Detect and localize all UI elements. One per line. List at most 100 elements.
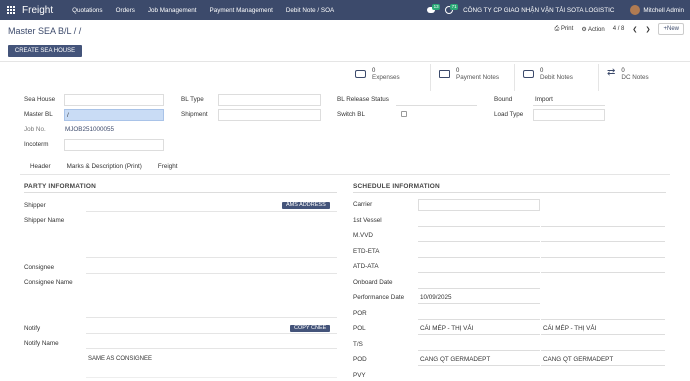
main-menu: Quotations Orders Job Management Payment… (72, 7, 347, 14)
sea-house-field[interactable] (64, 94, 164, 106)
top-navbar: Freight Quotations Orders Job Management… (0, 0, 690, 20)
menu-orders[interactable]: Orders (116, 7, 135, 14)
tab-freight[interactable]: Freight (150, 159, 186, 175)
schedule-label-pod: POD (353, 356, 367, 363)
action-label: Action (588, 26, 605, 33)
user-menu[interactable]: Mitchell Admin (643, 7, 684, 14)
dc-notes-smart-button[interactable]: ⇄ 0 DC Notes (607, 64, 649, 91)
breadcrumb[interactable]: Master SEA B/L / / (8, 26, 81, 36)
menu-job-management[interactable]: Job Management (148, 7, 197, 14)
company-switcher[interactable]: CÔNG TY CP GIAO NHẬN VẬN TẢI SOTA LOGIST… (463, 7, 614, 14)
notify-label: Notify (24, 325, 41, 332)
expenses-smart-button[interactable]: 0 Expenses (355, 64, 400, 91)
schedule-field[interactable]: CÁI MÉP - THỊ VẢI (418, 323, 540, 335)
schedule-field-secondary[interactable] (541, 339, 665, 351)
schedule-label-pvy: PVY (353, 371, 366, 379)
sea-house-label: Sea House (24, 96, 56, 103)
shipment-field[interactable] (218, 109, 321, 121)
consignee-name-field[interactable] (86, 276, 337, 318)
pager-next-icon[interactable]: ❯ (645, 26, 650, 33)
ams-address-button[interactable]: AMS ADDRESS (282, 202, 330, 209)
user-avatar[interactable] (630, 5, 641, 15)
shipper-label: Shipper (24, 202, 46, 209)
divider (20, 174, 670, 175)
chat-icon[interactable]: 13 (427, 4, 441, 14)
dc-notes-label: DC Notes (621, 74, 649, 81)
pager-prev-icon[interactable]: ❮ (632, 26, 637, 33)
switch-bl-checkbox[interactable] (401, 111, 407, 117)
job-no-label: Job No. (24, 126, 46, 133)
incoterm-label: Incoterm (24, 141, 49, 148)
master-bl-label: Master BL (24, 111, 53, 118)
schedule-label-etd-eta: ETD-ETA (353, 247, 380, 255)
copy-cnee-button[interactable]: COPY CNEE (290, 325, 331, 332)
debit-notes-label: Debit Notes (540, 74, 573, 81)
bl-release-status-field[interactable] (396, 94, 477, 106)
schedule-field[interactable] (418, 339, 540, 351)
card-icon (439, 70, 450, 78)
schedule-field[interactable] (418, 215, 540, 227)
activity-clock-icon[interactable]: 71 (445, 4, 459, 14)
activity-badge: 71 (450, 4, 459, 10)
schedule-label-m-vvd: M.VVD (353, 232, 373, 239)
bound-field[interactable]: Import (533, 94, 605, 106)
schedule-field[interactable] (418, 277, 540, 289)
shipper-name-field[interactable] (86, 214, 337, 258)
app-brand[interactable]: Freight (22, 5, 53, 16)
divider (0, 61, 690, 62)
incoterm-field[interactable] (64, 139, 164, 151)
menu-debit-note-soa[interactable]: Debit Note / SOA (286, 7, 334, 14)
schedule-field[interactable] (418, 199, 540, 211)
form-tabs: Header Marks & Description (Print) Freig… (22, 159, 186, 175)
schedule-field[interactable]: CANG QT GERMADEPT (418, 354, 540, 366)
expenses-label: Expenses (372, 74, 400, 81)
schedule-field[interactable] (418, 308, 540, 320)
payment-notes-smart-button[interactable]: 0 Payment Notes (439, 64, 499, 91)
notify-name-value[interactable]: SAME AS CONSIGNEE (88, 356, 152, 362)
tab-marks-description[interactable]: Marks & Description (Print) (59, 159, 150, 175)
shipment-label: Shipment (181, 111, 208, 118)
tab-header[interactable]: Header (22, 159, 59, 175)
shipper-name-label: Shipper Name (24, 217, 65, 224)
master-bl-field[interactable]: / (64, 109, 164, 121)
schedule-field-secondary[interactable] (541, 370, 665, 381)
schedule-field[interactable] (418, 261, 540, 273)
job-no-value: MJOB251000055 (65, 126, 115, 133)
pager: 4 / 8 (612, 26, 625, 32)
apps-menu-icon[interactable] (7, 6, 15, 14)
debit-notes-smart-button[interactable]: 0 Debit Notes (523, 64, 573, 91)
schedule-field-secondary[interactable] (541, 215, 665, 227)
bl-type-label: BL Type (181, 96, 204, 103)
exchange-icon: ⇄ (607, 67, 616, 78)
schedule-field-secondary[interactable] (541, 308, 665, 320)
schedule-label-1st-vessel: 1st Vessel (353, 216, 382, 224)
schedule-field[interactable] (418, 230, 540, 242)
schedule-field-secondary[interactable] (541, 246, 665, 258)
schedule-label-carrier: Carrier (353, 201, 373, 208)
bl-type-field[interactable] (218, 94, 321, 106)
load-type-field[interactable] (533, 109, 605, 121)
schedule-field[interactable]: 10/09/2025 (418, 292, 540, 304)
schedule-label-t-s: T/S (353, 340, 363, 348)
print-label: Print (560, 25, 574, 32)
schedule-label-pol: POL (353, 325, 366, 332)
schedule-field[interactable] (418, 246, 540, 258)
notify-name-top (86, 337, 337, 349)
menu-payment-management[interactable]: Payment Management (210, 7, 273, 14)
print-button[interactable]: ⎙ Print (555, 26, 574, 33)
schedule-field-secondary[interactable] (541, 261, 665, 273)
load-type-label: Load Type (494, 111, 524, 118)
new-button[interactable]: +New (658, 23, 684, 35)
bl-release-status-label: BL Release Status (337, 96, 389, 103)
schedule-field-secondary[interactable]: CANG QT GERMADEPT (541, 354, 665, 366)
schedule-field[interactable] (418, 370, 540, 381)
menu-quotations[interactable]: Quotations (72, 7, 102, 14)
divider (86, 377, 337, 378)
schedule-field-secondary[interactable]: CÁI MÉP - THỊ VẢI (541, 323, 665, 335)
schedule-information-title: SCHEDULE INFORMATION (353, 183, 440, 190)
create-sea-house-button[interactable]: CREATE SEA HOUSE (8, 45, 82, 57)
schedule-field-secondary[interactable] (541, 230, 665, 242)
schedule-label-por: POR (353, 309, 367, 317)
action-button[interactable]: ⚙ Action (581, 26, 604, 33)
consignee-field[interactable] (86, 261, 337, 274)
